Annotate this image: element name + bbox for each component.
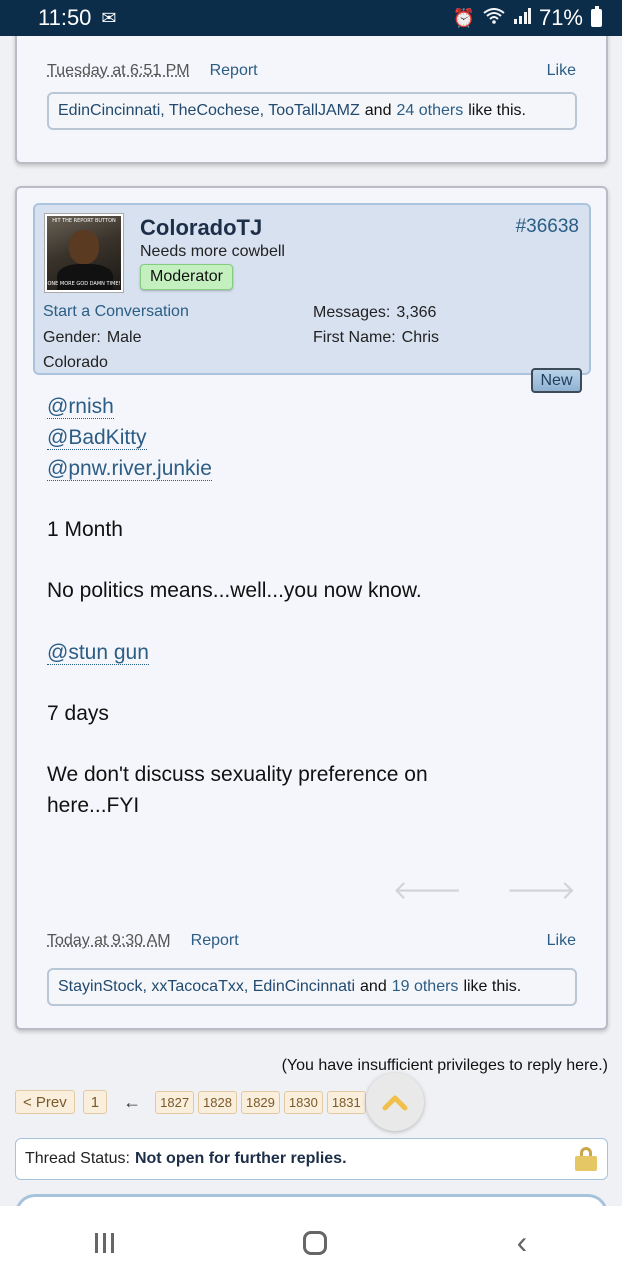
post-nav-arrows: 🡐 🡒 bbox=[393, 875, 576, 906]
avatar-caption-bottom: ONE MORE GOD DAMN TIME! bbox=[47, 281, 121, 287]
mention-link[interactable]: @rnish bbox=[47, 395, 114, 419]
username[interactable]: ColoradoTJ bbox=[140, 215, 262, 241]
post-number-link[interactable]: #36638 bbox=[516, 216, 579, 238]
gender-value: Male bbox=[106, 329, 142, 346]
arrow-left-icon[interactable]: 🡐 bbox=[393, 875, 463, 906]
first-name-info: First Name: Chris bbox=[313, 329, 439, 347]
report-link[interactable]: Report bbox=[191, 932, 239, 950]
post-text-line: No politics means...well...you now know. bbox=[47, 579, 422, 602]
post-date[interactable]: Tuesday at 6:51 PM bbox=[47, 62, 190, 80]
page-link[interactable]: 1828 bbox=[198, 1090, 237, 1114]
user-info-panel: HIT THE REPORT BUTTON ONE MORE GOD DAMN … bbox=[33, 203, 591, 375]
thread-content: Tuesday at 6:51 PM Report Like EdinCinci… bbox=[0, 36, 622, 1206]
post-body-mentions: @rnish @BadKitty @pnw.river.junkie bbox=[47, 391, 527, 484]
messages-label: Messages: bbox=[313, 304, 391, 321]
likes-and: and bbox=[364, 102, 392, 119]
like-link[interactable]: Like bbox=[547, 932, 576, 950]
chevron-up-icon bbox=[382, 1095, 408, 1111]
previous-post-meta: Tuesday at 6:51 PM Report Like bbox=[47, 62, 576, 80]
arrow-right-icon[interactable]: 🡒 bbox=[506, 875, 576, 906]
like-link[interactable]: Like bbox=[547, 62, 576, 80]
gender-label: Gender: bbox=[43, 329, 101, 346]
next-section-edge bbox=[15, 1194, 608, 1206]
first-name-value: Chris bbox=[401, 329, 440, 346]
post-date[interactable]: Today at 9:30 AM bbox=[47, 932, 171, 950]
status-right: ⏰ 71% bbox=[453, 5, 602, 31]
privileges-note: (You have insufficient privileges to rep… bbox=[281, 1057, 608, 1074]
new-badge: New bbox=[531, 368, 582, 393]
post-36638: HIT THE REPORT BUTTON ONE MORE GOD DAMN … bbox=[15, 186, 608, 1030]
page-link[interactable]: 1831 bbox=[326, 1090, 366, 1114]
likes-and: and bbox=[360, 978, 387, 995]
page-link[interactable]: 1829 bbox=[240, 1090, 280, 1114]
post-text-line: We don't discuss sexuality preference on… bbox=[47, 763, 428, 817]
likes-names[interactable]: StayinStock, xxTacocaTxx, EdinCincinnati bbox=[58, 978, 355, 996]
pagination: < Prev 1 ← 1827 1828 1829 1830 1831 1832 bbox=[15, 1090, 415, 1114]
start-conversation-link[interactable]: Start a Conversation bbox=[43, 303, 189, 321]
previous-post: Tuesday at 6:51 PM Report Like EdinCinci… bbox=[15, 36, 608, 164]
messages-value: 3,366 bbox=[396, 304, 437, 321]
post-body-mention: @stun gun bbox=[47, 637, 527, 668]
back-icon[interactable]: ‹ bbox=[517, 1224, 528, 1261]
post-meta: Today at 9:30 AM Report Like bbox=[47, 932, 576, 950]
page-link[interactable]: 1830 bbox=[283, 1090, 323, 1114]
gender-info: Gender: Male bbox=[43, 329, 142, 347]
battery-icon bbox=[591, 6, 602, 27]
likes-summary: EdinCincinnati, TheCochese, TooTallJAMZ … bbox=[47, 92, 577, 130]
mention-link[interactable]: @BadKitty bbox=[47, 426, 147, 450]
wifi-icon bbox=[483, 7, 505, 29]
home-icon[interactable] bbox=[303, 1230, 328, 1255]
likes-others-link[interactable]: 24 others bbox=[396, 102, 463, 120]
first-name-label: First Name: bbox=[313, 329, 396, 346]
user-title: Needs more cowbell bbox=[140, 243, 285, 260]
status-time: 11:50 bbox=[38, 5, 92, 30]
location-info: Colorado bbox=[43, 354, 108, 371]
status-bar: 11:50 ✉ ⏰ 71% bbox=[0, 0, 622, 36]
lock-icon bbox=[575, 1147, 597, 1171]
mention-link[interactable]: @stun gun bbox=[47, 641, 149, 665]
alarm-icon: ⏰ bbox=[452, 7, 475, 28]
role-badge: Moderator bbox=[140, 264, 233, 290]
avatar-caption-top: HIT THE REPORT BUTTON bbox=[52, 218, 116, 224]
recents-icon[interactable] bbox=[94, 1232, 114, 1253]
thread-status-label: Thread Status: bbox=[25, 1150, 130, 1167]
likes-suffix: like this. bbox=[468, 102, 526, 119]
messages-info: Messages: 3,366 bbox=[313, 304, 436, 322]
scroll-to-top-button[interactable] bbox=[366, 1073, 424, 1131]
post-text-line: 7 days bbox=[47, 702, 109, 725]
post-text-line: 1 Month bbox=[47, 518, 123, 541]
thread-status: Thread Status: Not open for further repl… bbox=[15, 1138, 608, 1180]
likes-others-link[interactable]: 19 others bbox=[392, 978, 459, 996]
likes-suffix: like this. bbox=[463, 978, 522, 995]
prev-page-button[interactable]: < Prev bbox=[15, 1090, 75, 1114]
notification-icon: ✉ bbox=[101, 7, 117, 28]
page-first[interactable]: 1 bbox=[82, 1090, 108, 1114]
report-link[interactable]: Report bbox=[210, 62, 258, 80]
signal-icon bbox=[513, 7, 531, 29]
thread-status-value: Not open for further replies. bbox=[134, 1150, 347, 1167]
likes-summary: StayinStock, xxTacocaTxx, EdinCincinnati… bbox=[47, 968, 577, 1006]
page-jump-arrow[interactable]: ← bbox=[123, 1092, 141, 1113]
page-link[interactable]: 1827 bbox=[155, 1090, 195, 1114]
likes-names[interactable]: EdinCincinnati, TheCochese, TooTallJAMZ bbox=[58, 102, 360, 120]
avatar[interactable]: HIT THE REPORT BUTTON ONE MORE GOD DAMN … bbox=[45, 214, 123, 292]
battery-percent: 71% bbox=[538, 5, 583, 30]
system-navigation-bar: ‹ bbox=[0, 1206, 622, 1279]
mention-link[interactable]: @pnw.river.junkie bbox=[47, 457, 212, 481]
